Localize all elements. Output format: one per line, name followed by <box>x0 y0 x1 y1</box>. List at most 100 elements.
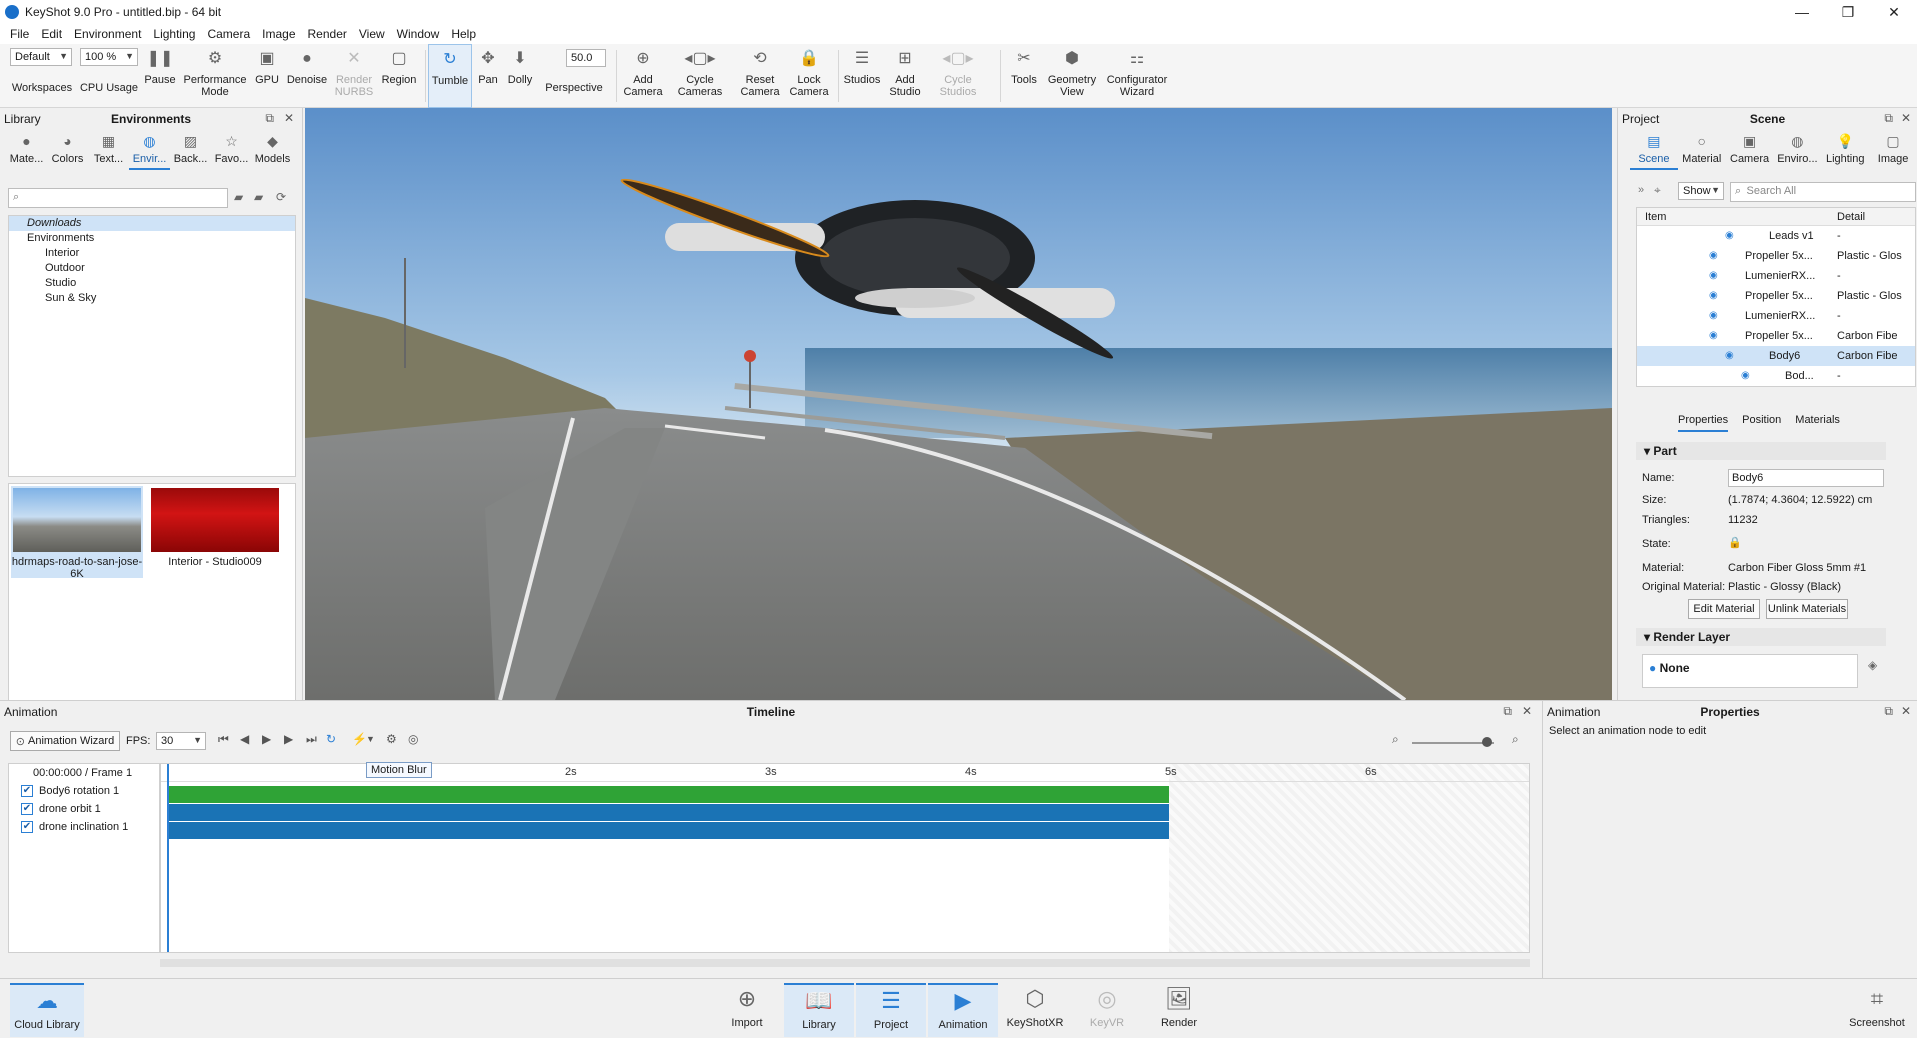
subtab-properties[interactable]: Properties <box>1678 414 1729 432</box>
menu-file[interactable]: File <box>4 27 35 41</box>
studios-button[interactable]: ☰ Studios <box>842 44 882 108</box>
track-row[interactable]: ✔ Body6 rotation 1 <box>9 782 159 800</box>
gpu-button[interactable]: ▣ GPU <box>252 44 282 108</box>
visibility-icon[interactable]: ◉ <box>1709 286 1718 306</box>
visibility-icon[interactable]: ◉ <box>1709 306 1718 326</box>
import-button[interactable]: ⊕ Import <box>712 983 782 1037</box>
undock-icon[interactable]: ⧉ <box>1884 111 1893 126</box>
track-checkbox[interactable]: ✔ <box>21 803 33 815</box>
tab-material[interactable]: ○ Material <box>1678 130 1726 170</box>
workspaces-button[interactable]: Workspaces <box>6 44 78 108</box>
step-forward-icon[interactable]: ▶ <box>284 732 293 746</box>
cycle-cameras-button[interactable]: ◂▢▸ Cycle Cameras <box>670 44 730 108</box>
subtab-materials[interactable]: Materials <box>1795 414 1840 432</box>
refresh-icon[interactable]: ⟳ <box>276 190 286 204</box>
go-to-end-icon[interactable]: ⏭ <box>306 732 317 747</box>
step-back-icon[interactable]: ◀ <box>240 732 249 746</box>
tumble-button[interactable]: ↻ Tumble <box>428 44 472 108</box>
track-checkbox[interactable]: ✔ <box>21 785 33 797</box>
dolly-button[interactable]: ⬇ Dolly <box>504 44 536 108</box>
loop-icon[interactable]: ↻ <box>326 732 336 746</box>
lock-camera-button[interactable]: 🔒 Lock Camera <box>786 44 832 108</box>
pan-button[interactable]: ✥ Pan <box>474 44 502 108</box>
tree-item-studio[interactable]: Studio <box>9 276 295 291</box>
visibility-icon[interactable]: ◉ <box>1741 366 1750 386</box>
filter-icon[interactable]: ⌖ <box>1654 183 1661 198</box>
menu-window[interactable]: Window <box>391 27 446 41</box>
timeline-zoom-out-icon[interactable]: ⌕ <box>1392 732 1399 747</box>
scene-search-input[interactable]: ⌕ Search All <box>1730 182 1916 202</box>
dropdown-arrow-icon[interactable]: ▼ <box>366 734 375 744</box>
menu-camera[interactable]: Camera <box>201 27 256 41</box>
part-section-header[interactable]: ▾ Part <box>1636 442 1886 460</box>
maximize-button[interactable]: ❐ <box>1825 0 1871 24</box>
cycle-studios-button[interactable]: ◂▢▸ Cycle Studios <box>930 44 986 108</box>
undock-icon[interactable]: ⧉ <box>1884 704 1893 719</box>
track-bar-drone-inclination[interactable] <box>169 822 1169 839</box>
tab-models[interactable]: ◆ Models <box>252 130 293 170</box>
undock-icon[interactable]: ⧉ <box>1503 704 1512 719</box>
render-viewport[interactable] <box>305 108 1612 700</box>
show-select[interactable]: Show ▼ <box>1678 182 1724 200</box>
denoise-button[interactable]: ● Denoise <box>284 44 330 108</box>
tree-item-environments[interactable]: Environments <box>9 231 295 246</box>
visibility-icon[interactable]: ◉ <box>1709 246 1718 266</box>
tools-button[interactable]: ✂ Tools <box>1006 44 1042 108</box>
animation-wizard-button[interactable]: ⊙ Animation Wizard <box>10 731 120 751</box>
tab-lighting[interactable]: 💡 Lighting <box>1821 130 1869 170</box>
scene-row[interactable]: ◉ Leads v1 - <box>1637 226 1915 246</box>
name-field[interactable]: Body6 <box>1728 469 1884 487</box>
lock-icon[interactable]: 🔒 <box>1728 536 1742 549</box>
screenshot-button[interactable]: ⌗ Screenshot <box>1842 983 1912 1037</box>
close-panel-icon[interactable]: ✕ <box>1901 111 1911 125</box>
menu-edit[interactable]: Edit <box>35 27 68 41</box>
subtab-position[interactable]: Position <box>1742 414 1781 432</box>
region-button[interactable]: ▢ Region <box>378 44 420 108</box>
menu-help[interactable]: Help <box>445 27 482 41</box>
render-nurbs-button[interactable]: ✕ Render NURBS <box>332 44 376 108</box>
tab-backplates[interactable]: ▨ Back... <box>170 130 211 170</box>
timeline-zoom-handle[interactable] <box>1482 737 1492 747</box>
scene-row[interactable]: ◉ Propeller 5x... Plastic - Glos <box>1637 286 1915 306</box>
edit-material-button[interactable]: Edit Material <box>1688 599 1760 619</box>
tab-environment[interactable]: ◍ Enviro... <box>1773 130 1821 170</box>
scene-row[interactable]: ◉ Propeller 5x... Plastic - Glos <box>1637 246 1915 266</box>
configurator-wizard-button[interactable]: ⚏ Configurator Wizard <box>1102 44 1172 108</box>
tab-environments[interactable]: ◍ Envir... <box>129 130 170 170</box>
tab-image[interactable]: ▢ Image <box>1869 130 1917 170</box>
add-studio-button[interactable]: ⊞ Add Studio <box>884 44 926 108</box>
play-icon[interactable]: ▶ <box>262 732 271 746</box>
visibility-icon[interactable]: ◉ <box>1709 326 1718 346</box>
tree-item-interior[interactable]: Interior <box>9 246 295 261</box>
menu-lighting[interactable]: Lighting <box>147 27 201 41</box>
unlink-materials-button[interactable]: Unlink Materials <box>1766 599 1848 619</box>
render-button[interactable]: 🖼 Render <box>1144 983 1214 1037</box>
folder-add-icon[interactable]: ▰ <box>254 190 263 204</box>
close-panel-icon[interactable]: ✕ <box>1522 704 1532 718</box>
tree-item-sun-sky[interactable]: Sun & Sky <box>9 291 295 306</box>
scene-row[interactable]: ◉ LumenierRX... - <box>1637 306 1915 326</box>
visibility-icon[interactable]: ◉ <box>1725 346 1734 366</box>
track-bar-drone-orbit[interactable] <box>169 804 1169 821</box>
render-layer-list[interactable]: ● None <box>1642 654 1858 688</box>
timeline-scrollbar[interactable] <box>160 959 1530 967</box>
tree-item-outdoor[interactable]: Outdoor <box>9 261 295 276</box>
scene-row[interactable]: ◉ Propeller 5x... Carbon Fibe <box>1637 326 1915 346</box>
cloud-library-button[interactable]: ☁ Cloud Library <box>10 983 84 1037</box>
undock-icon[interactable]: ⧉ <box>265 111 274 126</box>
close-button[interactable]: ✕ <box>1871 0 1917 24</box>
library-search-input[interactable]: ⌕ <box>8 188 228 208</box>
pause-button[interactable]: ❚❚ Pause <box>142 44 178 108</box>
menu-render[interactable]: Render <box>302 27 353 41</box>
go-to-start-icon[interactable]: ⏮ <box>218 732 229 747</box>
scene-row[interactable]: ◉ LumenierRX... - <box>1637 266 1915 286</box>
tab-materials[interactable]: ● Mate... <box>6 130 47 170</box>
layers-icon[interactable]: ◈ <box>1868 658 1877 672</box>
tab-camera[interactable]: ▣ Camera <box>1726 130 1774 170</box>
track-area[interactable]: 2s 3s 4s 5s 6s <box>160 763 1530 953</box>
fps-select[interactable]: 30 ▼ <box>156 732 206 750</box>
fov-input[interactable]: 50.0 <box>566 49 606 67</box>
thumbnail-road-hdri[interactable]: hdrmaps-road-to-san-jose-6K <box>11 486 143 580</box>
animation-button[interactable]: ▶ Animation <box>928 983 998 1037</box>
thumbnail-interior-studio[interactable]: Interior - Studio009 <box>149 486 281 578</box>
